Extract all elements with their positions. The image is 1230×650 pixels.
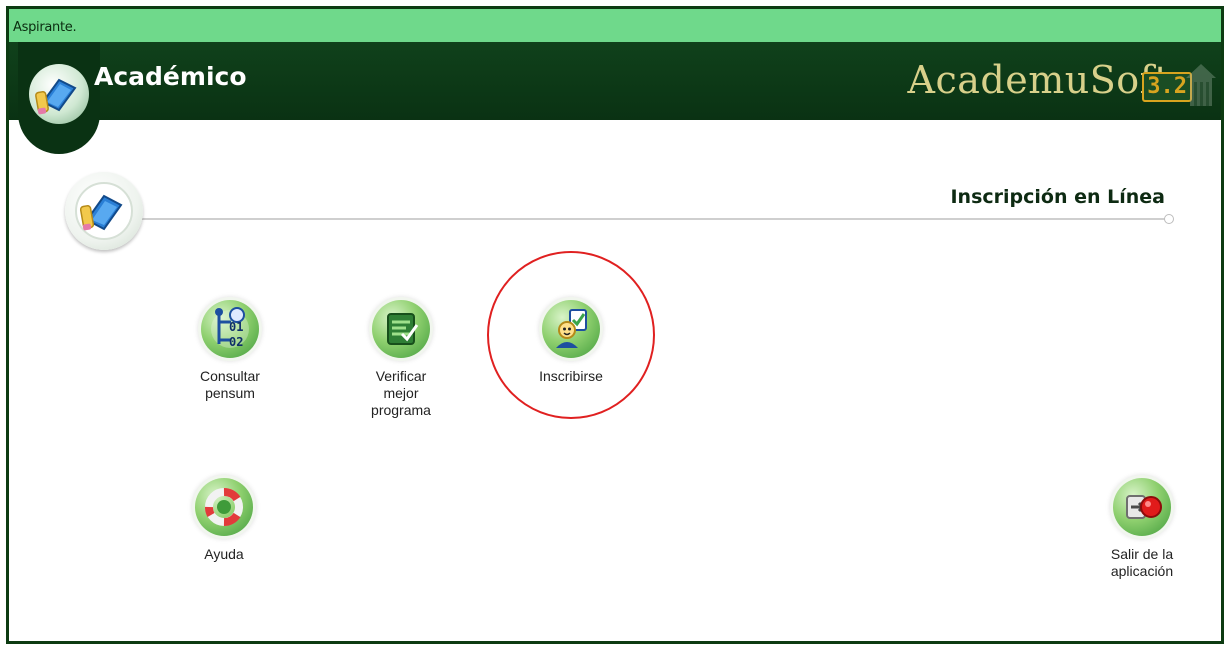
verificar-mejor-programa-button[interactable]: Verificar mejor programa <box>331 300 471 419</box>
ayuda-button[interactable]: Ayuda <box>154 478 294 563</box>
brand-name: AcademuSoft <box>907 58 1170 102</box>
verificar-mejor-programa-label: Verificar mejor programa <box>371 368 431 418</box>
salir-aplicacion-button[interactable]: Salir de la aplicación <box>1072 478 1212 580</box>
section-title: Inscripción en Línea <box>950 186 1165 208</box>
svg-text:02: 02 <box>229 335 243 349</box>
section-book-icon <box>65 172 143 250</box>
consultar-pensum-label: Consultar pensum <box>200 368 260 401</box>
flowchart-01-02-icon: 01 02 <box>201 300 259 358</box>
status-text: Aspirante. <box>13 20 77 35</box>
app-title: Académico <box>94 62 247 91</box>
section-divider-end <box>1164 214 1174 224</box>
academic-book-icon <box>29 64 89 124</box>
section-divider <box>140 218 1170 220</box>
status-bar: Aspirante. <box>9 9 1221 45</box>
ayuda-label: Ayuda <box>204 546 244 562</box>
brand-logo: AcademuSoft <box>908 58 1170 102</box>
house-icon <box>1186 64 1216 106</box>
checklist-icon <box>372 300 430 358</box>
highlight-circle <box>487 251 655 419</box>
exit-icon <box>1113 478 1171 536</box>
salir-aplicacion-label: Salir de la aplicación <box>1110 546 1174 579</box>
consultar-pensum-button[interactable]: 01 02 Consultar pensum <box>160 300 300 402</box>
lifebuoy-icon <box>195 478 253 536</box>
svg-text:01: 01 <box>229 320 243 334</box>
